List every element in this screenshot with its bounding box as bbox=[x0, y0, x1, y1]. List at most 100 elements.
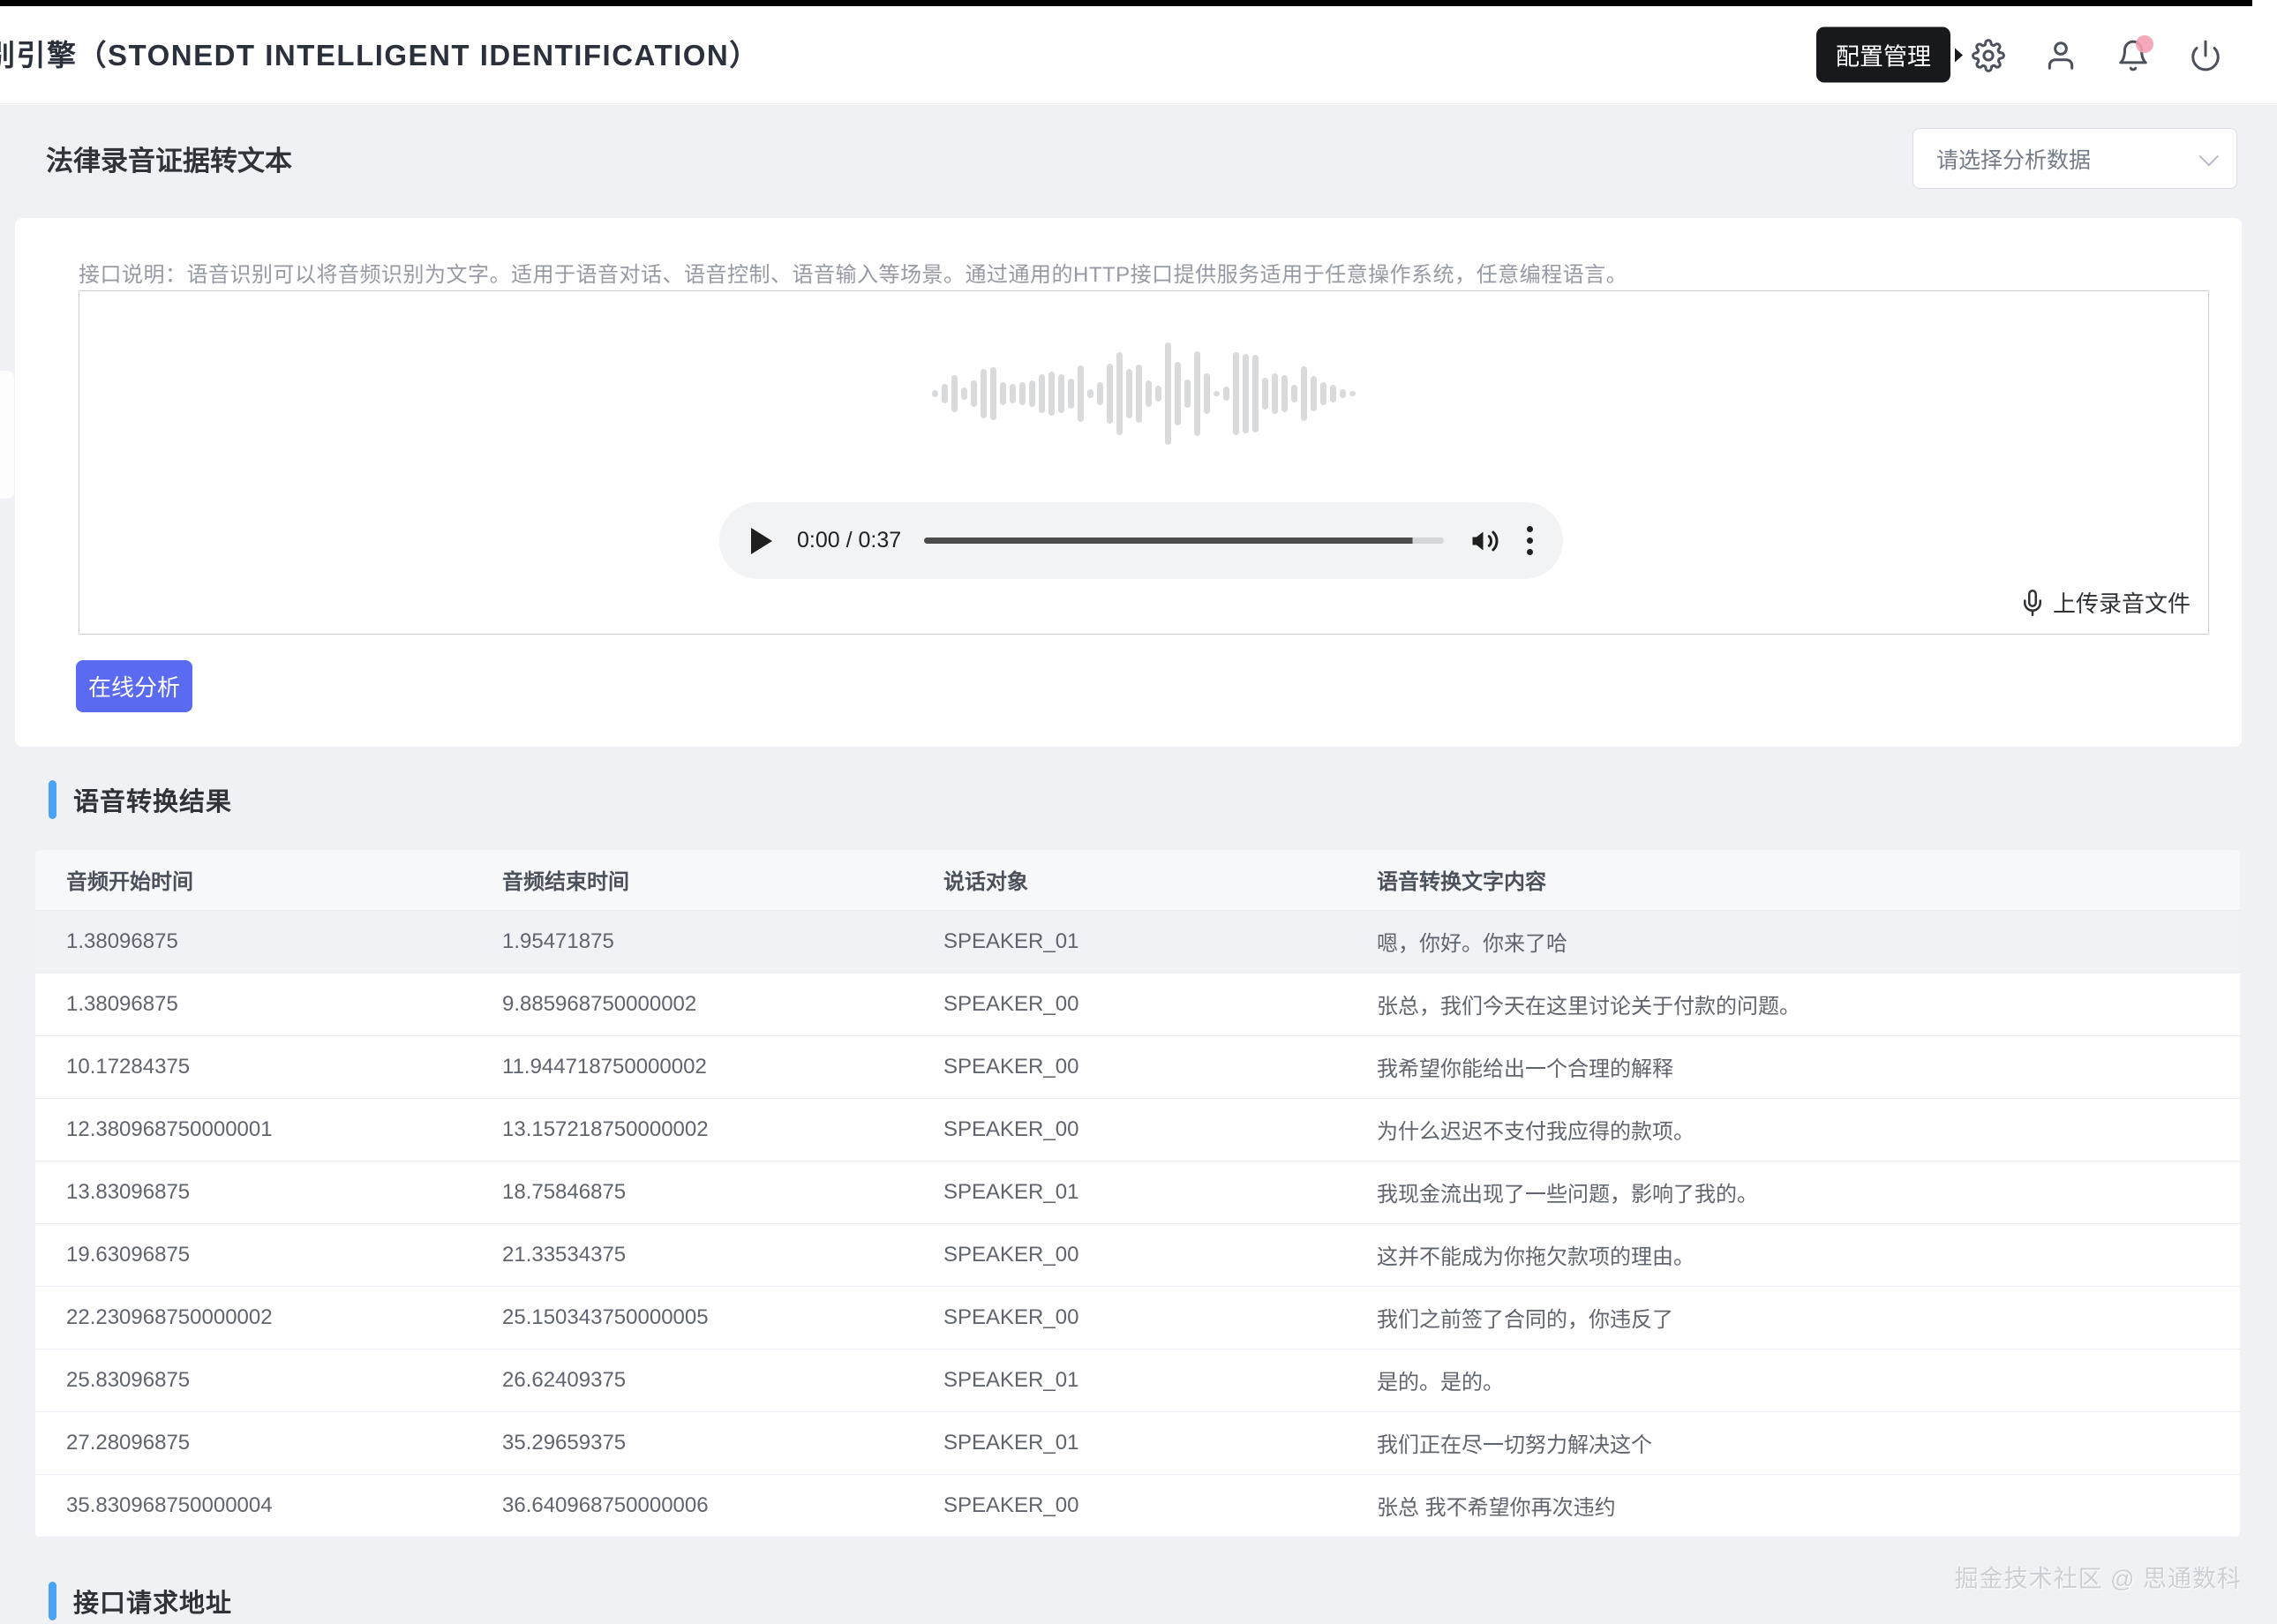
table-cell: 19.63096875 bbox=[35, 1223, 471, 1286]
waveform-bar bbox=[1330, 385, 1336, 402]
analysis-data-select[interactable]: 请选择分析数据 bbox=[1913, 128, 2237, 189]
waveform-bar bbox=[1291, 385, 1297, 402]
waveform-bar bbox=[1262, 378, 1268, 410]
browser-top-strip bbox=[0, 0, 2252, 6]
table-row[interactable]: 12.38096875000000113.157218750000002SPEA… bbox=[35, 1098, 2240, 1161]
notification-bell-icon[interactable] bbox=[2116, 39, 2150, 72]
watermark: 掘金技术社区 @ 思通数科 bbox=[1955, 1560, 2242, 1594]
audio-progress-bar[interactable] bbox=[924, 538, 1444, 544]
page-content: 法律录音证据转文本 请选择分析数据 接口说明：语音识别可以将音频识别为文字。适用… bbox=[0, 105, 2277, 1624]
table-row[interactable]: 19.6309687521.33534375SPEAKER_00这并不能成为你拖… bbox=[35, 1223, 2240, 1286]
results-table-body: 1.380968751.95471875SPEAKER_01嗯，你好。你来了哈1… bbox=[35, 910, 2240, 1537]
table-row[interactable]: 25.8309687526.62409375SPEAKER_01是的。是的。 bbox=[35, 1349, 2240, 1411]
waveform-bar bbox=[1311, 376, 1317, 411]
table-row[interactable]: 1.380968751.95471875SPEAKER_01嗯，你好。你来了哈 bbox=[35, 910, 2240, 973]
table-cell: 为什么迟迟不支付我应得的款项。 bbox=[1346, 1098, 2240, 1161]
table-cell: SPEAKER_01 bbox=[913, 1161, 1346, 1223]
waveform-bar bbox=[1010, 384, 1016, 403]
page-title: 法律录音证据转文本 bbox=[46, 139, 292, 178]
table-row[interactable]: 1.380968759.885968750000002SPEAKER_00张总，… bbox=[35, 973, 2240, 1035]
waveform-bar bbox=[1252, 355, 1259, 432]
select-placeholder: 请选择分析数据 bbox=[1936, 143, 2199, 175]
waveform-bar bbox=[1107, 364, 1113, 424]
waveform-bar bbox=[1039, 374, 1045, 413]
api-description: 接口说明：语音识别可以将音频识别为文字。适用于语音对话、语音控制、语音输入等场景… bbox=[79, 257, 1627, 288]
waveform-bar bbox=[932, 390, 938, 397]
table-cell: 张总 我不希望你再次违约 bbox=[1346, 1474, 2240, 1537]
table-cell: SPEAKER_00 bbox=[913, 973, 1346, 1035]
waveform-bar bbox=[1000, 382, 1006, 405]
header-icon-group bbox=[1972, 6, 2222, 104]
table-cell: SPEAKER_00 bbox=[913, 1035, 1346, 1098]
audio-waveform bbox=[932, 340, 1356, 447]
table-cell: SPEAKER_00 bbox=[913, 1098, 1346, 1161]
table-cell: 1.95471875 bbox=[471, 910, 913, 973]
table-cell: 13.83096875 bbox=[35, 1161, 471, 1223]
upload-label: 上传录音文件 bbox=[2053, 586, 2191, 619]
table-cell: 这并不能成为你拖欠款项的理由。 bbox=[1346, 1223, 2240, 1286]
results-table: 音频开始时间音频结束时间说话对象语音转换文字内容 1.380968751.954… bbox=[35, 850, 2240, 1538]
table-cell: 我们正在尽一切努力解决这个 bbox=[1346, 1411, 2240, 1474]
table-cell: 是的。是的。 bbox=[1346, 1349, 2240, 1411]
table-row[interactable]: 22.23096875000000225.150343750000005SPEA… bbox=[35, 1286, 2240, 1349]
waveform-bar bbox=[1243, 354, 1249, 433]
waveform-bar bbox=[1087, 389, 1093, 398]
table-cell: 9.885968750000002 bbox=[471, 973, 913, 1035]
table-row[interactable]: 13.8309687518.75846875SPEAKER_01我现金流出现了一… bbox=[35, 1161, 2240, 1223]
audio-player: 0:00 / 0:37 bbox=[719, 502, 1563, 579]
collapsed-drawer-handle[interactable] bbox=[0, 371, 14, 499]
table-cell: 35.830968750000004 bbox=[35, 1474, 471, 1537]
volume-icon[interactable] bbox=[1469, 525, 1500, 557]
config-tooltip: 配置管理 bbox=[1816, 27, 1950, 83]
notification-badge bbox=[2136, 35, 2153, 53]
waveform-bar bbox=[981, 369, 987, 418]
column-header: 说话对象 bbox=[913, 850, 1346, 910]
waveform-bar bbox=[1340, 389, 1346, 398]
waveform-bar bbox=[1349, 391, 1356, 396]
waveform-bar bbox=[1223, 387, 1229, 401]
request-section-title: 接口请求地址 bbox=[49, 1582, 232, 1620]
table-row[interactable]: 10.1728437511.944718750000002SPEAKER_00我… bbox=[35, 1035, 2240, 1098]
table-cell: SPEAKER_00 bbox=[913, 1286, 1346, 1349]
player-menu-icon[interactable] bbox=[1523, 521, 1537, 560]
waveform-bar bbox=[1233, 352, 1239, 435]
waveform-bar bbox=[1019, 382, 1026, 405]
table-row[interactable]: 27.2809687535.29659375SPEAKER_01我们正在尽一切努… bbox=[35, 1411, 2240, 1474]
waveform-bar bbox=[1194, 351, 1200, 436]
waveform-bar bbox=[1058, 374, 1064, 413]
waveform-bar bbox=[1048, 372, 1055, 416]
table-header-row: 音频开始时间音频结束时间说话对象语音转换文字内容 bbox=[35, 850, 2240, 910]
waveform-bar bbox=[1281, 375, 1288, 412]
waveform-bar bbox=[951, 375, 958, 412]
waveform-bar bbox=[1301, 366, 1307, 421]
waveform-bar bbox=[971, 380, 977, 407]
waveform-bar bbox=[1155, 386, 1161, 402]
table-cell: 25.150343750000005 bbox=[471, 1286, 913, 1349]
app-title: 别引擎（STONEDT INTELLIGENT IDENTIFICATION） bbox=[0, 6, 760, 104]
table-cell: 11.944718750000002 bbox=[471, 1035, 913, 1098]
table-cell: 12.380968750000001 bbox=[35, 1098, 471, 1161]
analyze-button[interactable]: 在线分析 bbox=[76, 660, 192, 712]
waveform-bar bbox=[1165, 342, 1171, 445]
table-cell: 18.75846875 bbox=[471, 1161, 913, 1223]
power-icon[interactable] bbox=[2189, 39, 2222, 72]
user-icon[interactable] bbox=[2044, 39, 2078, 72]
settings-gear-icon[interactable] bbox=[1972, 39, 2005, 72]
waveform-bar bbox=[1068, 379, 1074, 409]
waveform-bar bbox=[1136, 365, 1142, 423]
results-section-label: 语音转换结果 bbox=[73, 781, 232, 818]
waveform-bar bbox=[1146, 380, 1152, 407]
table-row[interactable]: 35.83096875000000436.640968750000006SPEA… bbox=[35, 1474, 2240, 1537]
table-cell: 25.83096875 bbox=[35, 1349, 471, 1411]
waveform-bar bbox=[1204, 373, 1210, 414]
app-header: 别引擎（STONEDT INTELLIGENT IDENTIFICATION） … bbox=[0, 6, 2277, 104]
accent-bar bbox=[49, 1582, 56, 1620]
upload-audio-link[interactable]: 上传录音文件 bbox=[2019, 586, 2191, 619]
play-button[interactable] bbox=[751, 528, 772, 554]
chevron-down-icon bbox=[2199, 146, 2220, 166]
waveform-bar bbox=[1214, 391, 1220, 396]
table-cell: 1.38096875 bbox=[35, 910, 471, 973]
table-cell: 21.33534375 bbox=[471, 1223, 913, 1286]
waveform-bar bbox=[1184, 380, 1191, 408]
table-cell: 我希望你能给出一个合理的解释 bbox=[1346, 1035, 2240, 1098]
